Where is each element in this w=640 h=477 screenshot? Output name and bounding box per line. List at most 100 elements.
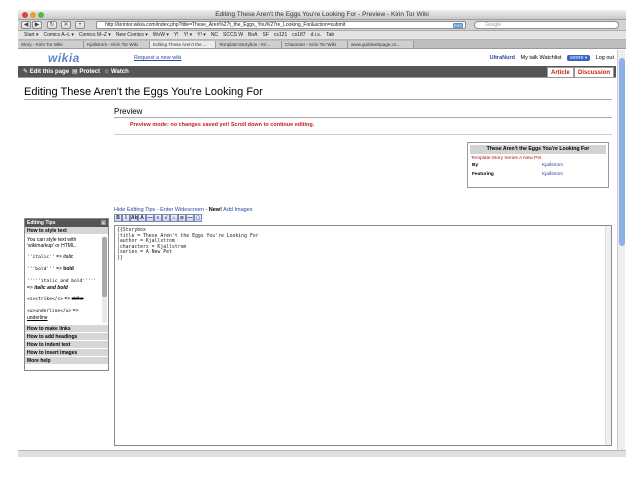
edit-page-button[interactable]: ✎ Edit this page (23, 68, 69, 75)
username-link[interactable]: UltraNurd (490, 55, 515, 61)
browser-tab[interactable]: Character - Kirin Tor Wiki (282, 41, 348, 48)
bookmark-item[interactable]: Y! (174, 32, 179, 38)
tips-scrollbar[interactable] (102, 237, 107, 323)
title-divider (24, 99, 612, 100)
author-link[interactable]: Kjallstrom (542, 163, 563, 168)
bookmark-item[interactable]: Start ▾ (24, 32, 38, 38)
page-scrollbar[interactable] (617, 50, 625, 450)
bookmark-item[interactable]: Comics M–Z ▾ (79, 32, 111, 38)
tips-panel-title: Editing Tips x (25, 219, 108, 227)
watch-button[interactable]: ☆ Watch (104, 68, 129, 75)
stop-icon[interactable]: ✕ (61, 21, 71, 29)
browser-tab[interactable]: Story - Kirin Tor Wiki (18, 41, 84, 48)
bookmark-item[interactable]: New Comics ▾ (116, 32, 148, 38)
logout-link[interactable]: Log out (596, 55, 614, 61)
tips-intro: You can style text with 'wikimarkup' or … (27, 237, 77, 249)
new-badge: New! (208, 207, 222, 213)
wiki-header: wikia Request a new wiki UltraNurd My ta… (18, 50, 616, 66)
tip-example: <u>underline</u> => underline (27, 308, 79, 321)
tip-example: '''bold''' => bold (27, 266, 74, 272)
browser-tab-bar: Story - Kirin Tor Wiki Kjallstrom - Kirin… (18, 40, 626, 49)
user-links: UltraNurd My talk Watchlist MORE ▾ Log o… (490, 55, 614, 61)
bookmark-item[interactable]: d.i.s. (311, 32, 322, 38)
bookmark-item[interactable]: Tab (326, 32, 334, 38)
my-talk-link[interactable]: My talk (521, 55, 538, 61)
bookmark-item[interactable]: SF (263, 32, 269, 38)
bookmark-item[interactable]: cs121 (274, 32, 287, 38)
tips-content: You can style text with 'wikimarkup' or … (25, 235, 108, 325)
bookmark-item[interactable]: Y! ▾ (197, 32, 206, 38)
toolbar-button[interactable]: — (146, 214, 154, 222)
tips-section-more-help[interactable]: More help (25, 357, 108, 365)
tips-section-indent[interactable]: How to indent text (25, 341, 108, 349)
reload-icon[interactable]: ↻ (47, 21, 57, 29)
preview-warning: Preview mode: no changes saved yet! Scro… (130, 122, 315, 128)
tips-section-links[interactable]: How to make links (25, 325, 108, 333)
browser-tab[interactable]: Template:Storybox - Kir... (216, 41, 282, 48)
more-button[interactable]: MORE ▾ (567, 55, 591, 61)
toolbar-button[interactable]: A (138, 214, 146, 222)
browser-tab[interactable]: www.guildwebpage.co... (348, 41, 414, 48)
toolbar-button[interactable]: — (186, 214, 194, 222)
featuring-link[interactable]: Kjallstrom (542, 172, 563, 177)
request-wiki-link[interactable]: Request a new wiki (134, 55, 181, 61)
window-title: Editing These Aren't the Eggs You're Loo… (215, 11, 429, 18)
watchlist-link[interactable]: Watchlist (539, 55, 561, 61)
editor-scrollbar[interactable] (605, 226, 611, 445)
bookmark-item[interactable]: SCCS W (223, 32, 243, 38)
infobox-title: These Aren't the Eggs You're Looking For (470, 145, 606, 154)
edit-textarea[interactable]: {{Storybox |title = These Aren't the Eggs… (114, 225, 612, 446)
rss-icon[interactable]: RSS (453, 23, 463, 28)
tips-section-style-text[interactable]: How to style text (25, 227, 108, 235)
preview-divider (114, 117, 612, 118)
preview-heading: Preview (114, 107, 143, 116)
status-bar (18, 450, 626, 457)
tips-section-images[interactable]: How to insert images (25, 349, 108, 357)
bookmark-item[interactable]: Comics A–L ▾ (43, 32, 73, 38)
address-bar[interactable]: http://kirintor.wikia.com/index.php?titl… (96, 21, 466, 29)
toolbar-button[interactable]: B (114, 214, 122, 222)
infobox-row: Featuring Kjallstrom (472, 172, 564, 177)
search-input[interactable]: Google (474, 21, 619, 29)
toolbar-button[interactable]: I (122, 214, 130, 222)
bookmark-item[interactable]: BoA (248, 32, 257, 38)
edit-toolbar: B I Ab A — ≡ √ ⌂ ⊘ — ▢ (114, 214, 202, 223)
close-icon[interactable]: x (101, 220, 106, 225)
editing-tips-panel: Editing Tips x How to style text You can… (24, 218, 109, 371)
add-bookmark-icon[interactable]: + (75, 21, 85, 29)
storybox-infobox: These Aren't the Eggs You're Looking For… (467, 142, 609, 188)
header-divider (18, 77, 616, 78)
browser-navbar: ◀ ▶ ↻ ✕ + http://kirintor.wikia.com/inde… (18, 20, 626, 31)
page-title: Editing These Aren't the Eggs You're Loo… (24, 86, 263, 98)
window-titlebar: Editing These Aren't the Eggs You're Loo… (18, 10, 626, 20)
toolbar-button[interactable]: ⌂ (170, 214, 178, 222)
bookmark-item[interactable]: cs187 (292, 32, 305, 38)
page-action-bar: ✎ Edit this page ▤ Protect ☆ Watch Artic… (18, 66, 616, 78)
toolbar-button[interactable]: √ (162, 214, 170, 222)
toolbar-button[interactable]: Ab (130, 214, 138, 222)
toolbar-button[interactable]: ▢ (194, 214, 202, 222)
editing-tips-links: Hide Editing Tips - Enter Widescreen - N… (114, 207, 253, 213)
url-text: http://kirintor.wikia.com/index.php?titl… (105, 22, 346, 28)
toolbar-button[interactable]: ⊘ (178, 214, 186, 222)
back-icon[interactable]: ◀ (21, 21, 31, 29)
infobox-row: By Kjallstrom (472, 163, 564, 168)
browser-tab[interactable]: Editing These Aren't the ... (150, 41, 216, 48)
protect-button[interactable]: ▤ Protect (72, 68, 100, 75)
bookmark-item[interactable]: WoW ▾ (153, 32, 169, 38)
forward-icon[interactable]: ▶ (32, 21, 42, 29)
tip-example: ''italic'' => italic (27, 254, 74, 260)
browser-tab[interactable]: Kjallstrom - Kirin Tor Wiki (84, 41, 150, 48)
editor-line: }} (117, 255, 123, 261)
page-scrollbar-thumb[interactable] (619, 58, 625, 246)
tip-example: '''''italic and bold''''' => italic and … (27, 279, 97, 291)
toolbar-button[interactable]: ≡ (154, 214, 162, 222)
add-images-link[interactable]: Add Images (223, 207, 252, 213)
bookmark-item[interactable]: NC (211, 32, 218, 38)
hide-tips-link[interactable]: Hide Editing Tips - Enter Widescreen (114, 207, 204, 213)
wikia-logo[interactable]: wikia (48, 51, 80, 65)
bookmark-item[interactable]: Y! ▾ (184, 32, 193, 38)
bookmarks-bar: Start ▾ Comics A–L ▾ Comics M–Z ▾ New Comic… (18, 31, 626, 40)
tip-example: <s>strike</s> => strike (27, 296, 84, 302)
tips-section-headings[interactable]: How to add headings (25, 333, 108, 341)
